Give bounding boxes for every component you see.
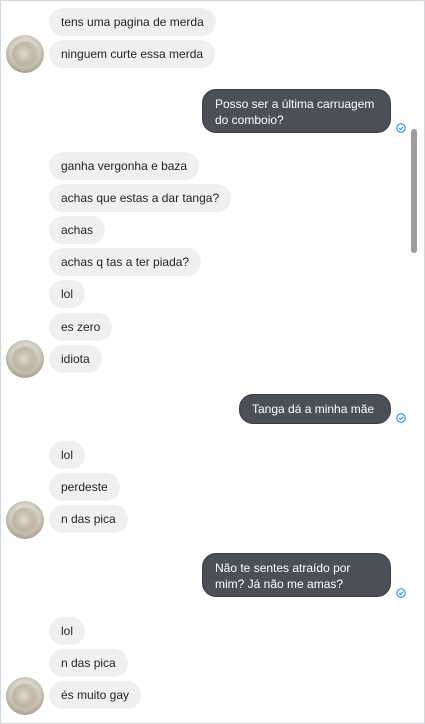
contact-avatar[interactable] [6, 35, 44, 73]
message-incoming[interactable]: idiota [49, 345, 102, 373]
message-incoming[interactable]: ganha vergonha e baza [49, 152, 200, 180]
seen-check-icon [396, 413, 406, 423]
contact-avatar[interactable] [6, 340, 44, 378]
seen-check-icon [396, 123, 406, 133]
message-incoming[interactable]: achas [49, 216, 106, 244]
scrollbar-thumb[interactable] [411, 129, 417, 253]
message-incoming[interactable]: es zero [49, 313, 113, 341]
message-outgoing[interactable]: Tanga dá a minha mãe [239, 394, 391, 424]
message-incoming[interactable]: ninguem curte essa merda [49, 40, 216, 68]
scrollbar-track[interactable] [410, 1, 418, 723]
message-incoming[interactable]: és muito gay [49, 681, 142, 709]
contact-avatar[interactable] [6, 677, 44, 715]
message-incoming[interactable]: lol [49, 280, 86, 308]
message-incoming[interactable]: n das pica [49, 505, 128, 533]
message-outgoing[interactable]: Posso ser a última carruagem do comboio? [202, 89, 391, 133]
chat-thread[interactable]: tens uma pagina de merda ninguem curte e… [0, 0, 425, 724]
message-incoming[interactable]: perdeste [49, 473, 120, 501]
contact-avatar[interactable] [6, 501, 44, 539]
seen-check-icon [396, 588, 406, 598]
message-incoming[interactable]: achas q tas a ter piada? [49, 248, 202, 276]
message-incoming[interactable]: lol [49, 441, 86, 469]
message-outgoing[interactable]: Não te sentes atraído por mim? Já não me… [202, 553, 391, 597]
message-incoming[interactable]: n das pica [49, 649, 128, 677]
message-incoming[interactable]: lol [49, 617, 86, 645]
message-incoming[interactable]: achas que estas a dar tanga? [49, 184, 232, 212]
message-incoming[interactable]: tens uma pagina de merda [49, 8, 216, 36]
